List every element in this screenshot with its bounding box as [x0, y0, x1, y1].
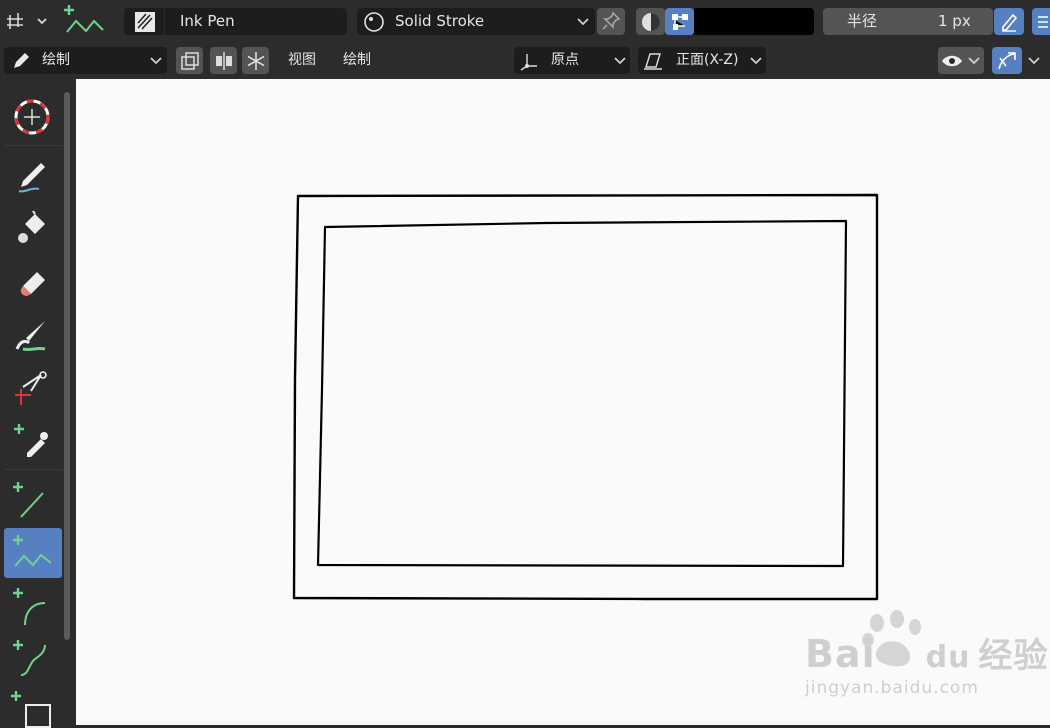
mode-label: 绘制 — [42, 52, 70, 68]
vertex-color-icon — [669, 11, 691, 33]
polyline-tool-icon — [60, 2, 106, 40]
3d-cursor-icon — [13, 98, 51, 136]
toolbar-scrollbar[interactable] — [64, 92, 70, 640]
pen-pressure-icon — [999, 11, 1019, 33]
chevron-down-icon — [614, 56, 626, 66]
fill-tool[interactable] — [4, 203, 62, 253]
watermark-url: jingyan.baidu.com — [805, 678, 979, 698]
eye-icon — [941, 51, 963, 71]
viewport-header: 绘制 视图 绘制 原点 正面(X-Z) — [0, 42, 1050, 79]
brush-icon — [134, 11, 156, 33]
stroke-placement-selector[interactable]: 原点 — [514, 47, 630, 74]
eyedropper-tool[interactable] — [4, 414, 62, 464]
paint-bucket-icon — [13, 208, 53, 248]
symmetry-button[interactable] — [210, 47, 237, 74]
cursor-tool[interactable] — [4, 91, 62, 141]
list-icon — [1037, 15, 1049, 29]
material-color-mode-button[interactable] — [636, 8, 665, 35]
brush-selector[interactable]: Ink Pen — [124, 8, 347, 35]
view-plane-icon — [642, 50, 664, 72]
overlay-visibility-button[interactable] — [938, 47, 984, 74]
menu-draw[interactable]: 绘制 — [343, 50, 371, 70]
divider — [4, 145, 62, 146]
tool-settings-header: Ink Pen Solid Stroke 半径 1 px — [0, 0, 1050, 42]
polyline-tool[interactable] — [4, 528, 62, 578]
material-name: Solid Stroke — [395, 12, 485, 30]
orientation-selector[interactable]: 正面(X-Z) — [638, 47, 766, 74]
lock-axis-button[interactable] — [242, 47, 269, 74]
origin-label: 原点 — [551, 52, 579, 68]
multiframe-button[interactable] — [176, 47, 203, 74]
inner-frame-stroke — [316, 219, 848, 568]
pressure-toggle-button[interactable] — [994, 8, 1024, 35]
chevron-down-icon — [750, 56, 762, 66]
divider — [4, 469, 62, 470]
outer-frame-stroke — [292, 193, 879, 601]
eraser-icon — [13, 262, 53, 302]
watermark-brand-c: 经验 — [978, 636, 1049, 676]
scissors-icon — [13, 367, 53, 407]
polyline-icon — [9, 532, 55, 574]
chevron-down-icon[interactable] — [1028, 56, 1040, 66]
arc-icon — [11, 585, 53, 627]
curve-tool[interactable] — [4, 634, 62, 684]
mode-selector[interactable]: 绘制 — [4, 47, 167, 74]
extra-options-button[interactable] — [1032, 8, 1050, 35]
arc-tool[interactable] — [4, 581, 62, 631]
orientation-label: 正面(X-Z) — [676, 52, 739, 68]
watermark-brand-a: Bai — [805, 632, 876, 676]
origin-axes-icon — [517, 50, 539, 72]
pencil-draw-icon — [13, 155, 53, 195]
material-sphere-icon — [363, 11, 385, 33]
watermark: Bai du 经验 jingyan.baidu.com — [805, 610, 1049, 720]
watermark-brand-b: du — [925, 640, 971, 675]
box-tool[interactable] — [4, 685, 62, 728]
erase-tool[interactable] — [4, 256, 62, 306]
draw-tool[interactable] — [4, 149, 62, 199]
radius-label: 半径 — [847, 12, 878, 30]
vertex-color-mode-button[interactable] — [665, 8, 694, 35]
pin-icon — [601, 11, 621, 31]
grease-pencil-mode-icon[interactable] — [4, 9, 50, 33]
chevron-down-icon — [968, 56, 980, 66]
gizmo-toggle-button[interactable] — [992, 47, 1022, 74]
pencil-icon — [10, 50, 32, 72]
radius-field[interactable]: 半径 1 px — [823, 8, 993, 35]
snowflake-icon — [245, 50, 267, 72]
mirror-icon — [213, 50, 235, 72]
pin-button[interactable] — [597, 8, 625, 35]
radius-value: 1 px — [938, 12, 971, 30]
material-selector[interactable]: Solid Stroke — [357, 8, 595, 35]
layers-icon — [180, 51, 200, 71]
tint-tool[interactable] — [4, 309, 62, 359]
brush-name: Ink Pen — [180, 12, 235, 30]
curve-icon — [11, 637, 53, 679]
eyedropper-icon — [13, 419, 53, 459]
chevron-down-icon — [577, 17, 589, 27]
chevron-down-icon — [150, 56, 162, 66]
material-mode-icon — [640, 11, 662, 33]
color-swatch[interactable] — [694, 8, 814, 35]
brush-tint-icon — [13, 315, 53, 355]
line-tool[interactable] — [4, 475, 62, 525]
line-icon — [11, 479, 53, 521]
curve-arrow-icon — [996, 50, 1018, 72]
box-icon — [9, 688, 53, 728]
menu-view[interactable]: 视图 — [288, 50, 316, 70]
cutter-tool[interactable] — [4, 361, 62, 411]
